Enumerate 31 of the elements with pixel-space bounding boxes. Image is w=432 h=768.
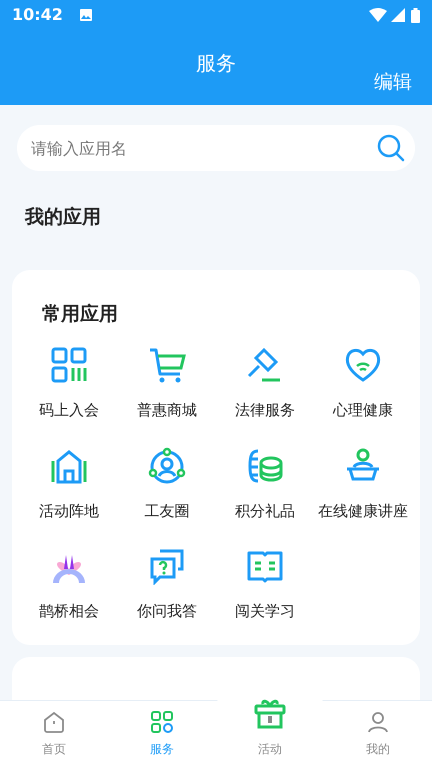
grid-icon — [150, 710, 174, 734]
app-item[interactable]: 普惠商城 — [118, 346, 216, 422]
app-item[interactable]: 在线健康讲座 — [314, 446, 412, 522]
app-item[interactable]: 法律服务 — [216, 346, 314, 422]
coins-icon — [246, 446, 284, 484]
nav-tab[interactable]: 我的 — [324, 701, 432, 768]
heart-icon — [344, 346, 382, 384]
signal-icon — [391, 8, 405, 22]
battery-icon — [411, 8, 420, 22]
app-item[interactable]: 工友圈 — [118, 446, 216, 522]
people-circle-icon — [148, 446, 186, 484]
app-item[interactable]: 你问我答 — [118, 547, 216, 622]
app-item[interactable]: 闯关学习 — [216, 547, 314, 622]
qr-code-icon — [50, 346, 88, 384]
app-item[interactable]: 码上入会 — [20, 346, 118, 422]
status-time: 10:42 — [12, 4, 63, 26]
house-icon — [42, 710, 66, 734]
search-field[interactable]: 请输入应用名 — [17, 125, 415, 171]
search-icon[interactable] — [377, 134, 405, 162]
wifi-icon — [369, 8, 387, 22]
chat-question-icon — [148, 547, 186, 585]
image-icon — [78, 8, 93, 22]
section-title: 我的应用 — [24, 205, 102, 230]
card-title: 常用应用 — [41, 302, 119, 326]
cart-icon — [148, 346, 186, 384]
app-item[interactable]: 积分礼品 — [216, 446, 314, 522]
app-item[interactable]: 鹊桥相会 — [20, 547, 118, 622]
user-icon — [366, 710, 390, 734]
app-item[interactable]: 活动阵地 — [20, 446, 118, 522]
app-item[interactable]: 心理健康 — [314, 346, 412, 422]
page-title: 服务 — [196, 50, 236, 76]
